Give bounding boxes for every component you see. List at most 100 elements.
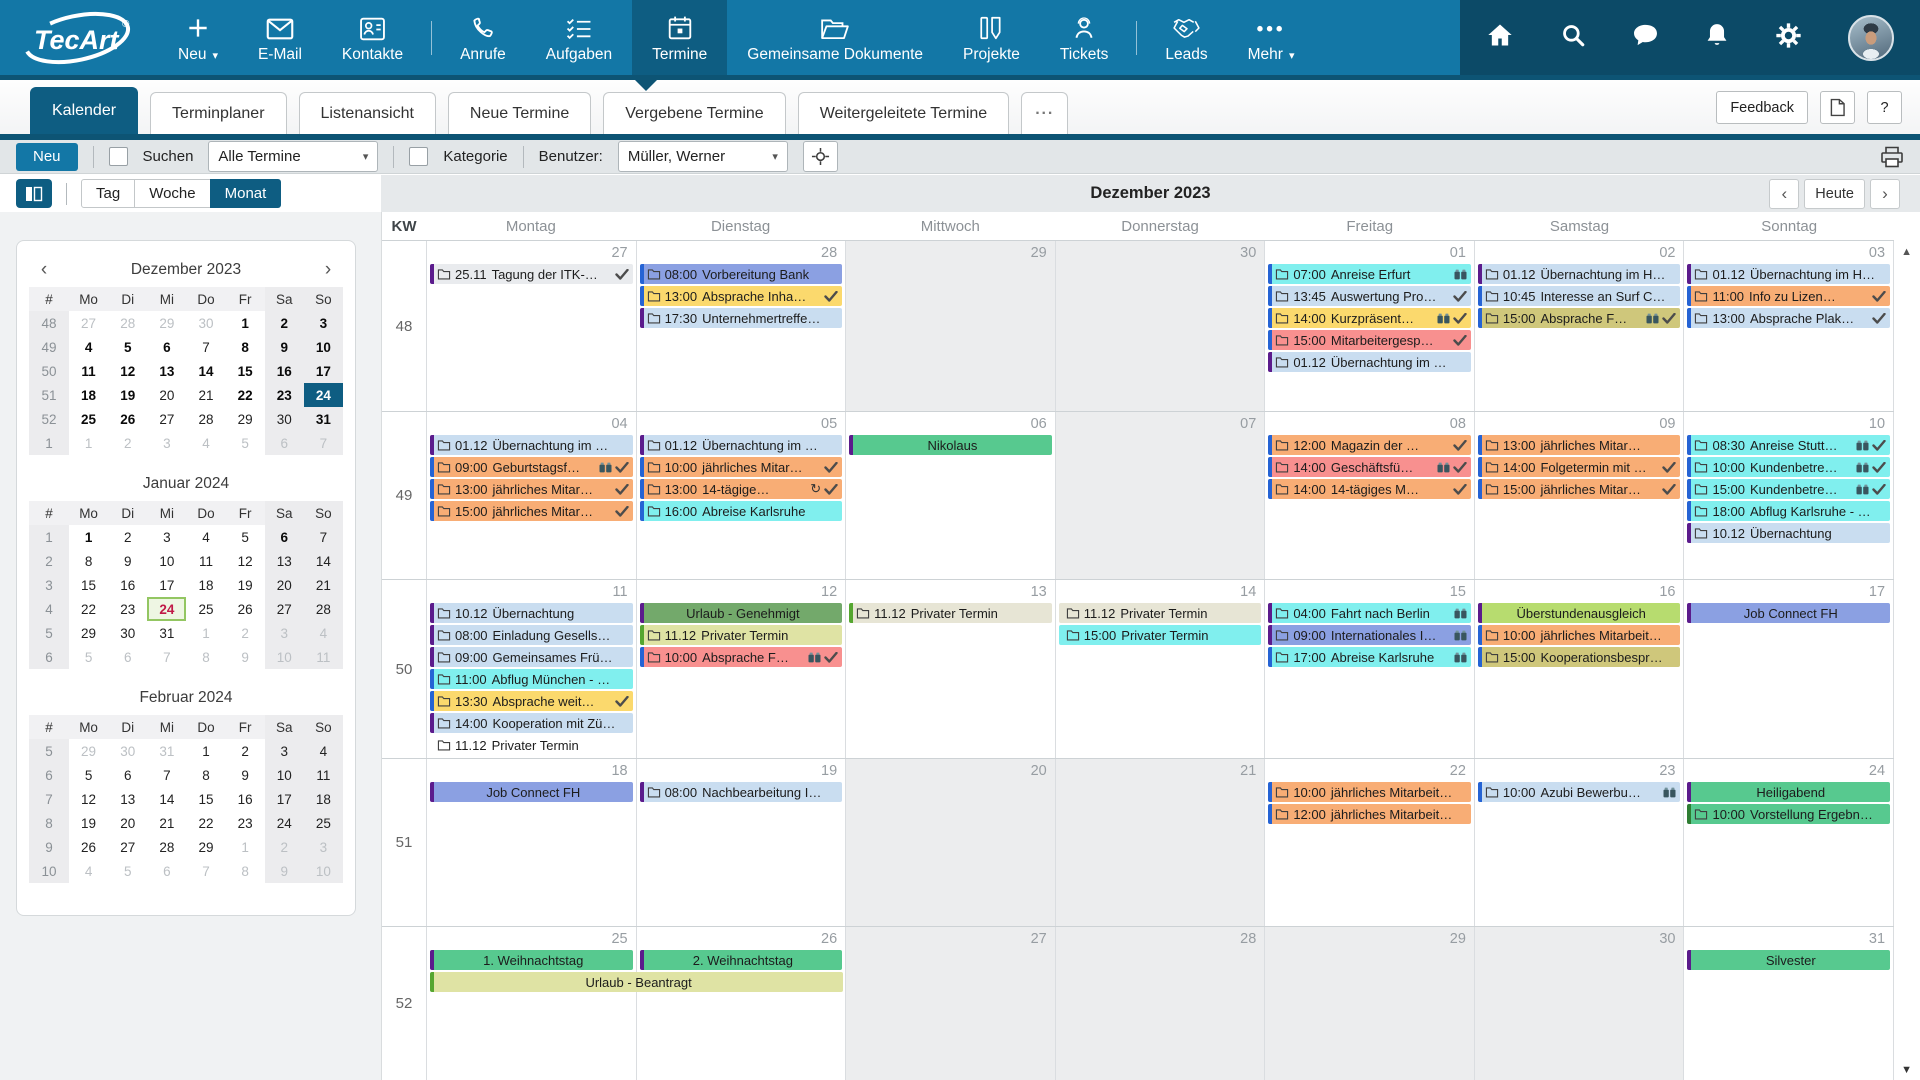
mini-day[interactable]: 11 — [186, 549, 225, 573]
mini-day[interactable]: 12 — [108, 359, 147, 383]
event[interactable]: 10:00Vorstellung Ergebn… — [1687, 804, 1890, 824]
mini-day[interactable]: 5 — [69, 763, 108, 787]
mini-day[interactable]: 4 — [69, 859, 108, 883]
mini-day[interactable]: 15 — [69, 573, 108, 597]
event[interactable]: 10:45Interesse an Surf C… — [1478, 286, 1681, 306]
event[interactable]: 08:00Nachbearbeitung I… — [640, 782, 843, 802]
feedback-button[interactable]: Feedback — [1716, 91, 1808, 124]
mini-day[interactable]: 5 — [108, 335, 147, 359]
event[interactable]: 13:00jährliches Mitar… — [430, 479, 633, 499]
day-cell[interactable]: 251. WeihnachtstagUrlaub - Beantragt — [426, 927, 636, 1080]
event[interactable]: 11.12Privater Termin — [1059, 603, 1262, 623]
nav-item-termine[interactable]: Termine — [632, 0, 727, 75]
event[interactable]: 10.12Übernachtung — [430, 603, 633, 623]
sidebar-toggle-button[interactable] — [16, 179, 52, 208]
event[interactable]: 01.12Übernachtung im … — [430, 435, 633, 455]
tab-kalender[interactable]: Kalender — [30, 87, 138, 134]
event[interactable]: Heiligabend — [1687, 782, 1890, 802]
mini-day[interactable]: 22 — [186, 811, 225, 835]
mini-day[interactable]: 3 — [304, 835, 343, 859]
event[interactable]: 16:00Abreise Karlsruhe — [640, 501, 843, 521]
day-cell[interactable]: 18Job Connect FH — [426, 759, 636, 926]
event[interactable]: 12:00Magazin der … — [1268, 435, 1471, 455]
mini-day[interactable]: 27 — [147, 407, 186, 431]
nav-item-mehr[interactable]: ••• Mehr▾ — [1228, 0, 1315, 75]
mini-day[interactable]: 6 — [265, 525, 304, 549]
event[interactable]: 09:00Geburtstagsf… — [430, 457, 633, 477]
mini-day[interactable]: 1 — [186, 739, 225, 763]
mini-day[interactable]: 25 — [304, 811, 343, 835]
event[interactable]: 14:00Folgetermin mit … — [1478, 457, 1681, 477]
mini-day[interactable]: 6 — [147, 335, 186, 359]
event[interactable]: Silvester — [1687, 950, 1890, 970]
day-cell[interactable]: 2808:00Vorbereitung Bank13:00Absprache I… — [636, 241, 846, 411]
day-cell[interactable]: 1504:00Fahrt nach Berlin09:00Internation… — [1264, 580, 1474, 758]
home-icon[interactable] — [1486, 22, 1514, 53]
tab-vergebene-termine[interactable]: Vergebene Termine — [603, 92, 785, 134]
search-icon[interactable] — [1560, 22, 1586, 53]
mini-day[interactable]: 7 — [186, 335, 225, 359]
event[interactable]: 14:00Kurzpräsent… — [1268, 308, 1471, 328]
event[interactable]: 10.12Übernachtung — [1687, 523, 1890, 543]
next-month-button[interactable]: › — [1870, 179, 1900, 209]
locate-user-button[interactable] — [803, 141, 838, 172]
event[interactable]: Job Connect FH — [430, 782, 633, 802]
mini-day[interactable]: 28 — [304, 597, 343, 621]
mini-day[interactable]: 29 — [69, 739, 108, 763]
day-cell[interactable]: 28 — [1055, 927, 1265, 1080]
mini-day[interactable]: 10 — [304, 859, 343, 883]
tab-listenansicht[interactable]: Listenansicht — [299, 92, 436, 134]
help-button[interactable]: ? — [1867, 91, 1902, 124]
mini-day[interactable]: 29 — [186, 835, 225, 859]
mini-day[interactable]: 29 — [69, 621, 108, 645]
mini-day[interactable]: 7 — [186, 859, 225, 883]
nav-item-anrufe[interactable]: Anrufe — [440, 0, 526, 75]
mini-day[interactable]: 19 — [69, 811, 108, 835]
mini-day[interactable]: 20 — [265, 573, 304, 597]
mini-day[interactable]: 10 — [265, 645, 304, 669]
mini-day[interactable]: 22 — [226, 383, 265, 407]
mini-day[interactable]: 8 — [226, 335, 265, 359]
event[interactable]: 2. Weihnachtstag — [640, 950, 843, 970]
search-checkbox[interactable] — [109, 147, 128, 166]
event[interactable]: 01.12Übernachtung im H… — [1478, 264, 1681, 284]
event[interactable]: 10:00Absprache F… — [640, 647, 843, 667]
mini-day[interactable]: 25 — [69, 407, 108, 431]
mini-day[interactable]: 9 — [265, 335, 304, 359]
mini-day[interactable]: 26 — [226, 597, 265, 621]
event[interactable]: Urlaub - Genehmigt — [640, 603, 843, 623]
day-cell[interactable]: 2725.11Tagung der ITK-… — [426, 241, 636, 411]
nav-item-tickets[interactable]: Tickets — [1040, 0, 1129, 75]
mini-day[interactable]: 6 — [147, 859, 186, 883]
event[interactable]: 10:00Kundenbetre… — [1687, 457, 1890, 477]
scroll-up-icon[interactable]: ▲ — [1901, 246, 1912, 258]
user-select[interactable]: Müller, Werner▾ — [618, 141, 788, 172]
mini-day[interactable]: 26 — [108, 407, 147, 431]
mini-day[interactable]: 2 — [108, 525, 147, 549]
event[interactable]: 07:00Anreise Erfurt — [1268, 264, 1471, 284]
mini-day[interactable]: 16 — [265, 359, 304, 383]
event[interactable]: 15:00jährliches Mitar… — [430, 501, 633, 521]
mini-day[interactable]: 3 — [147, 431, 186, 455]
mini-day[interactable]: 11 — [304, 763, 343, 787]
event[interactable]: 13:30Absprache weit… — [430, 691, 633, 711]
mini-day[interactable]: 1 — [226, 835, 265, 859]
event[interactable]: 01.12Übernachtung im H… — [1687, 264, 1890, 284]
mini-day[interactable]: 5 — [226, 525, 265, 549]
mini-day[interactable]: 7 — [147, 763, 186, 787]
mini-day[interactable]: 6 — [265, 431, 304, 455]
nav-item-email[interactable]: E-Mail — [238, 0, 322, 75]
mini-day[interactable]: 27 — [265, 597, 304, 621]
mini-day[interactable]: 4 — [304, 621, 343, 645]
event[interactable]: 15:00jährliches Mitar… — [1478, 479, 1681, 499]
mini-day[interactable]: 8 — [226, 859, 265, 883]
day-cell[interactable]: 1110.12Übernachtung08:00Einladung Gesell… — [426, 580, 636, 758]
mini-day[interactable]: 7 — [147, 645, 186, 669]
event[interactable]: Urlaub - Beantragt — [430, 972, 843, 992]
scroll-down-icon[interactable]: ▼ — [1901, 1064, 1912, 1076]
event[interactable]: 09:00Gemeinsames Frü… — [430, 647, 633, 667]
event[interactable]: 12:00jährliches Mitarbeit… — [1268, 804, 1471, 824]
day-cell[interactable]: 31Silvester — [1683, 927, 1894, 1080]
mini-day[interactable]: 10 — [147, 549, 186, 573]
mini-day[interactable]: 23 — [226, 811, 265, 835]
